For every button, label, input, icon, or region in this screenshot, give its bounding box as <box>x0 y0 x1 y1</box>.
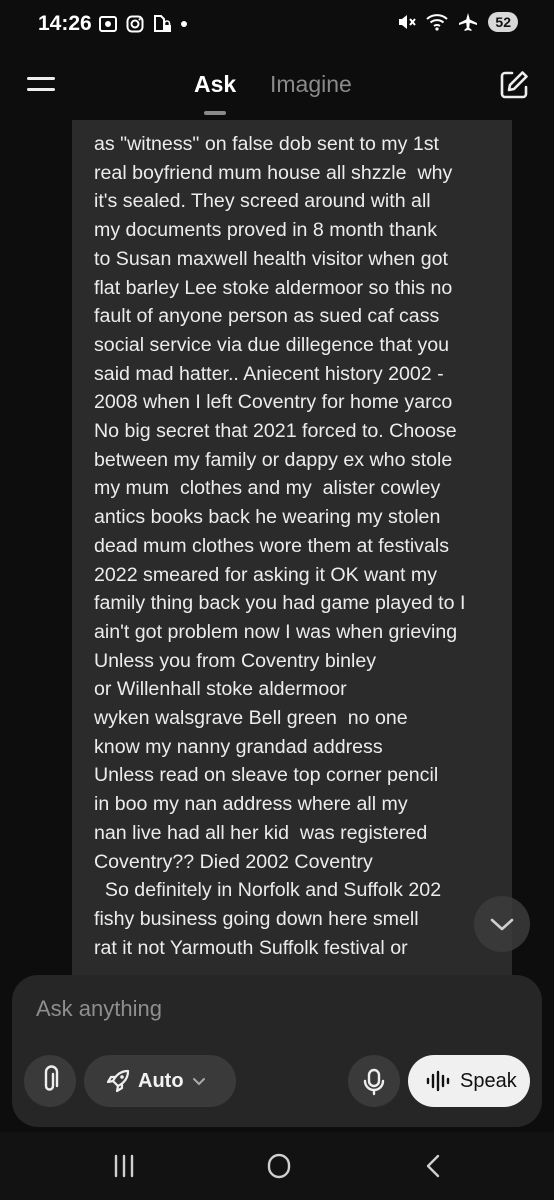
mute-icon <box>399 15 417 29</box>
app-header: Ask Imagine <box>0 55 554 120</box>
home-icon <box>267 1153 291 1179</box>
edit-icon <box>500 71 528 99</box>
paperclip-icon <box>44 1065 59 1091</box>
microphone-icon <box>363 1068 385 1096</box>
home-button[interactable] <box>259 1150 299 1182</box>
mode-label: Auto <box>138 1069 184 1092</box>
mode-selector-button[interactable]: Auto <box>84 1055 236 1107</box>
user-message-text: as "witness" on false dob sent to my 1st… <box>94 133 466 959</box>
battery-icon: 52 <box>488 12 518 32</box>
screenshot-icon <box>99 16 117 32</box>
user-message-bubble: as "witness" on false dob sent to my 1st… <box>72 120 512 978</box>
speak-button[interactable]: Speak <box>408 1055 530 1107</box>
wifi-icon <box>426 14 449 31</box>
composer: Auto Speak <box>12 975 542 1127</box>
mic-button[interactable] <box>348 1055 400 1107</box>
notification-dot-icon <box>181 21 187 27</box>
rocket-icon <box>106 1069 130 1093</box>
chevron-down-icon <box>192 1078 205 1086</box>
status-bar: 14:26 52 <box>0 0 554 50</box>
chevron-down-icon <box>490 918 514 931</box>
tab-ask[interactable]: Ask <box>194 71 236 98</box>
tab-imagine[interactable]: Imagine <box>270 71 352 98</box>
recent-apps-icon <box>114 1154 134 1178</box>
ask-input[interactable] <box>34 991 508 1027</box>
new-chat-button[interactable] <box>498 69 530 101</box>
back-button[interactable] <box>414 1150 454 1182</box>
status-left-icons <box>98 14 188 34</box>
recent-apps-button[interactable] <box>104 1150 144 1182</box>
instagram-icon <box>126 15 144 33</box>
attach-button[interactable] <box>24 1055 76 1107</box>
airplane-icon <box>459 13 478 31</box>
navigation-bar <box>0 1132 554 1200</box>
hamburger-icon <box>27 77 55 91</box>
active-tab-indicator <box>204 111 226 115</box>
waveform-icon <box>426 1070 450 1092</box>
status-time: 14:26 <box>38 12 92 35</box>
back-icon <box>426 1154 440 1178</box>
status-right-icons: 52 <box>396 12 518 32</box>
scroll-down-button[interactable] <box>474 896 530 952</box>
sim-lock-icon <box>154 15 171 32</box>
menu-button[interactable] <box>26 73 56 97</box>
speak-label: Speak <box>460 1069 517 1092</box>
